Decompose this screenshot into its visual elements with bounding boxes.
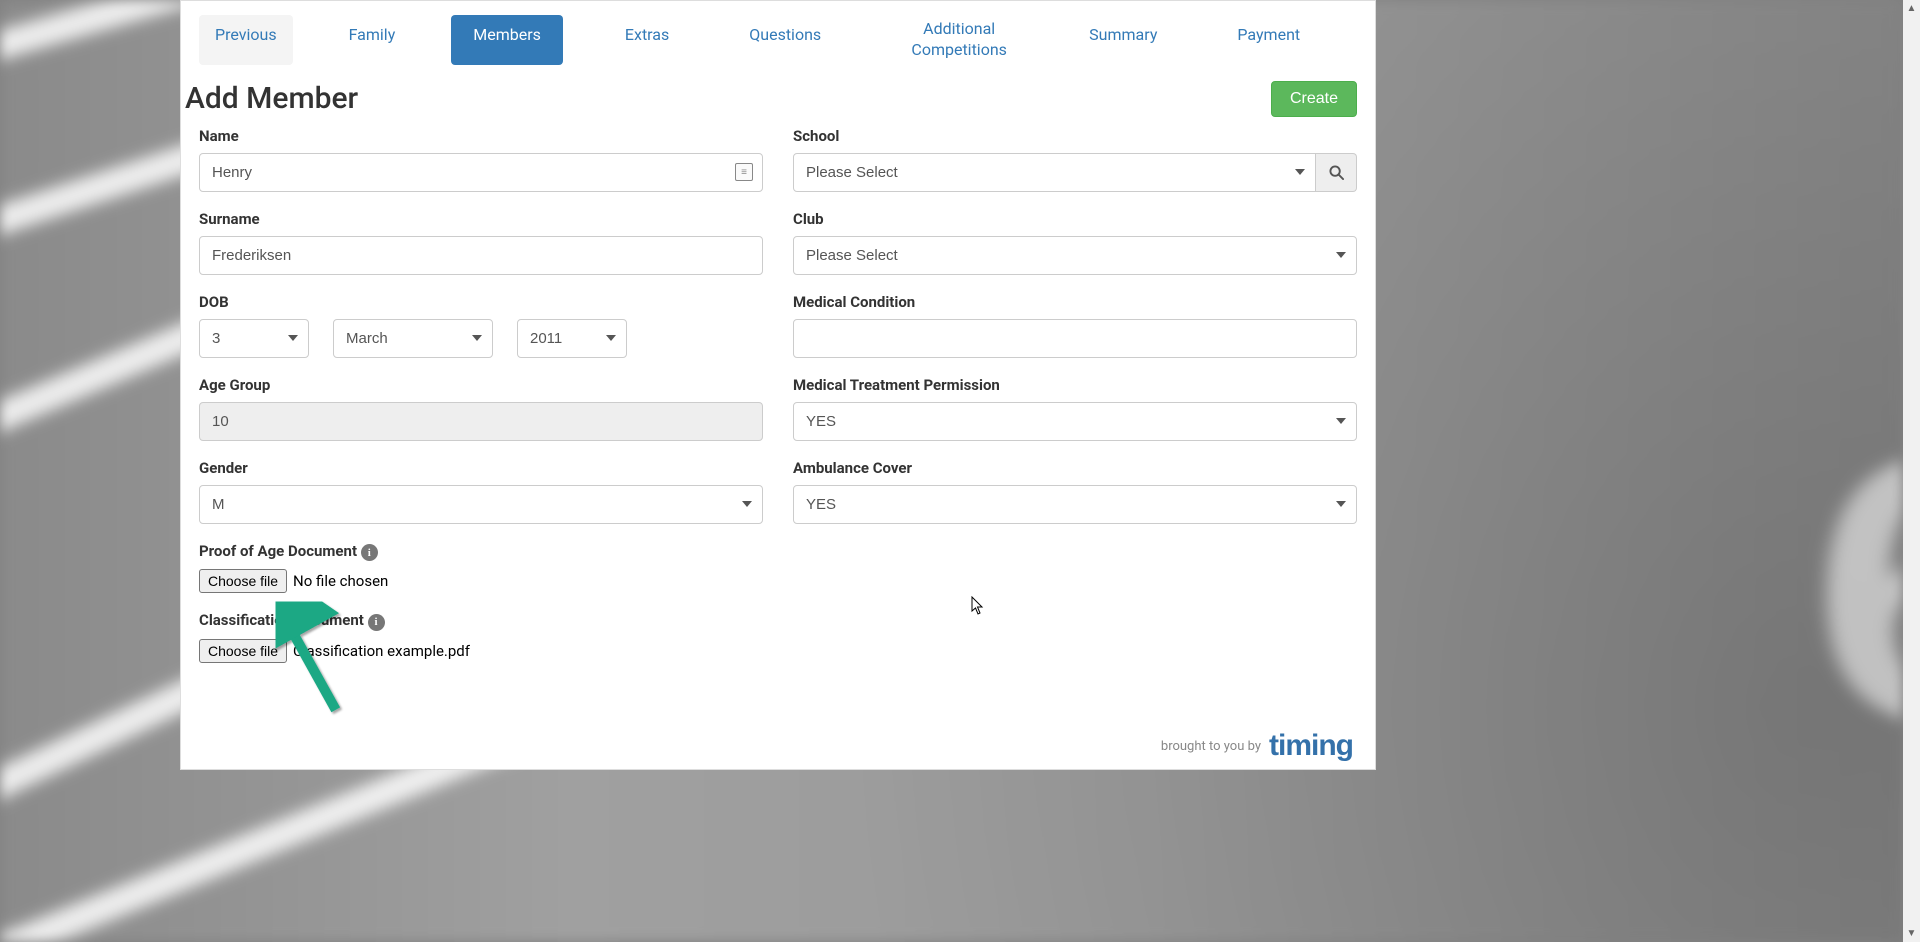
classification-choose-file-button[interactable]: Choose file <box>199 639 287 663</box>
page-title: Add Member <box>185 81 358 116</box>
medical-condition-label: Medical Condition <box>793 293 1357 311</box>
school-label: School <box>793 127 1357 145</box>
age-group-label: Age Group <box>199 376 763 394</box>
nav-summary[interactable]: Summary <box>1067 15 1179 65</box>
info-icon[interactable]: i <box>361 544 378 561</box>
classification-filename: Classification example.pdf <box>293 642 470 660</box>
name-label: Name <box>199 127 763 145</box>
ambulance-cover-select[interactable]: YES <box>793 485 1357 524</box>
club-label: Club <box>793 210 1357 228</box>
vertical-scrollbar[interactable]: ▲ ▼ <box>1903 0 1920 942</box>
proof-of-age-label: Proof of Age Document i <box>199 542 763 562</box>
medical-permission-label: Medical Treatment Permission <box>793 376 1357 394</box>
medical-condition-input[interactable] <box>793 319 1357 358</box>
nav-extras[interactable]: Extras <box>603 15 691 65</box>
classification-doc-label: Classification Document i <box>199 611 763 631</box>
gender-label: Gender <box>199 459 763 477</box>
ambulance-cover-label: Ambulance Cover <box>793 459 1357 477</box>
nav-additional-competitions[interactable]: Additional Competitions <box>877 15 1041 65</box>
nav-questions[interactable]: Questions <box>727 15 843 65</box>
dob-month-select[interactable]: March <box>333 319 493 358</box>
nav-payment[interactable]: Payment <box>1215 15 1322 65</box>
search-icon <box>1329 165 1344 180</box>
age-group-input <box>199 402 763 441</box>
name-input[interactable] <box>199 153 763 192</box>
left-column: Name ≡ Surname DOB 3 <box>199 127 763 681</box>
footer: brought to you by timing <box>1161 729 1353 763</box>
proof-filename: No file chosen <box>293 572 388 590</box>
dob-year-select[interactable]: 2011 <box>517 319 627 358</box>
nav-family[interactable]: Family <box>327 15 418 65</box>
dob-day-select[interactable]: 3 <box>199 319 309 358</box>
right-column: School Please Select Club Please Select <box>793 127 1357 681</box>
footer-text: brought to you by <box>1161 739 1261 754</box>
step-nav: Previous Family Members Extras Questions… <box>181 1 1375 65</box>
nav-members[interactable]: Members <box>451 15 563 65</box>
scroll-down-arrow[interactable]: ▼ <box>1903 925 1920 942</box>
info-icon[interactable]: i <box>368 614 385 631</box>
contact-card-icon[interactable]: ≡ <box>735 163 753 181</box>
nav-previous[interactable]: Previous <box>199 15 293 65</box>
school-select[interactable]: Please Select <box>793 153 1316 192</box>
medical-permission-select[interactable]: YES <box>793 402 1357 441</box>
dob-label: DOB <box>199 293 763 311</box>
gender-select[interactable]: M <box>199 485 763 524</box>
scroll-up-arrow[interactable]: ▲ <box>1903 0 1920 17</box>
create-button[interactable]: Create <box>1271 81 1357 117</box>
svg-text:6: 6 <box>1810 376 1903 800</box>
surname-label: Surname <box>199 210 763 228</box>
surname-input[interactable] <box>199 236 763 275</box>
proof-choose-file-button[interactable]: Choose file <box>199 569 287 593</box>
school-search-button[interactable] <box>1316 153 1357 192</box>
timing-logo: timing <box>1269 729 1353 763</box>
main-panel: Previous Family Members Extras Questions… <box>180 0 1376 770</box>
scroll-track[interactable] <box>1903 17 1920 925</box>
club-select[interactable]: Please Select <box>793 236 1357 275</box>
